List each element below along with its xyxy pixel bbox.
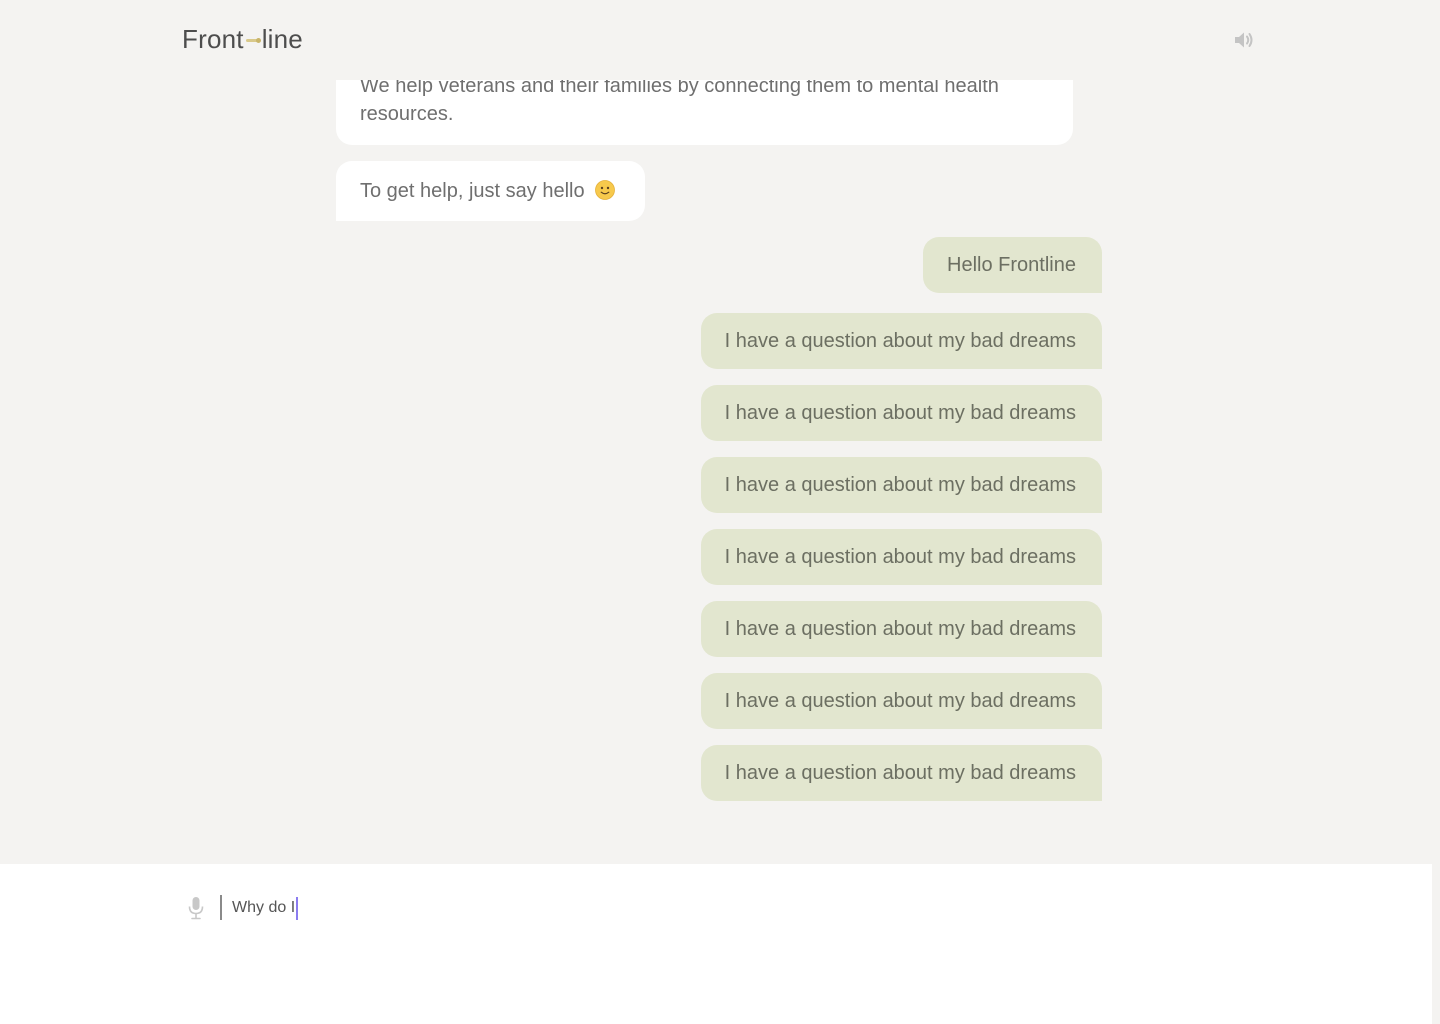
composer-divider bbox=[220, 895, 222, 920]
user-message-text: I have a question about my bad dreams bbox=[724, 690, 1076, 712]
bot-message: To get help, just say hello bbox=[336, 161, 645, 221]
chat-transcript: We help veterans and their families by c… bbox=[0, 0, 1440, 864]
user-message-text: I have a question about my bad dreams bbox=[724, 474, 1076, 496]
user-message-text: I have a question about my bad dreams bbox=[724, 762, 1076, 784]
user-message-text: I have a question about my bad dreams bbox=[724, 546, 1076, 568]
microphone-icon[interactable] bbox=[188, 896, 204, 920]
user-message: I have a question about my bad dreams bbox=[700, 385, 1102, 441]
user-message-text: I have a question about my bad dreams bbox=[724, 402, 1076, 424]
message-input-value[interactable]: Why do I bbox=[232, 899, 295, 917]
user-message: I have a question about my bad dreams bbox=[700, 313, 1102, 369]
user-message: I have a question about my bad dreams bbox=[700, 457, 1102, 513]
speaker-volume-icon[interactable] bbox=[1233, 29, 1255, 51]
user-message: I have a question about my bad dreams bbox=[700, 673, 1102, 729]
user-message-text: I have a question about my bad dreams bbox=[724, 618, 1076, 640]
slightly-smiling-face-icon bbox=[594, 180, 615, 200]
user-message: Hello Frontline bbox=[923, 237, 1102, 293]
bot-message-text: We help veterans and their families by c… bbox=[360, 75, 999, 125]
user-message: I have a question about my bad dreams bbox=[700, 601, 1102, 657]
message-composer: Why do I bbox=[0, 864, 1432, 1024]
logo-mark-icon bbox=[245, 37, 261, 43]
user-message: I have a question about my bad dreams bbox=[700, 745, 1102, 801]
logo-text-line: line bbox=[261, 24, 303, 54]
user-message-text: I have a question about my bad dreams bbox=[724, 330, 1076, 352]
bot-message-text: To get help, just say hello bbox=[360, 180, 585, 202]
logo-text-front: Front bbox=[182, 24, 244, 54]
frontline-logo[interactable]: Front line bbox=[182, 24, 303, 55]
user-message-text: Hello Frontline bbox=[947, 254, 1076, 276]
message-input[interactable]: Why do I bbox=[232, 896, 299, 920]
text-caret bbox=[296, 896, 299, 920]
top-bar: Front line bbox=[0, 0, 1440, 80]
user-message: I have a question about my bad dreams bbox=[700, 529, 1102, 585]
